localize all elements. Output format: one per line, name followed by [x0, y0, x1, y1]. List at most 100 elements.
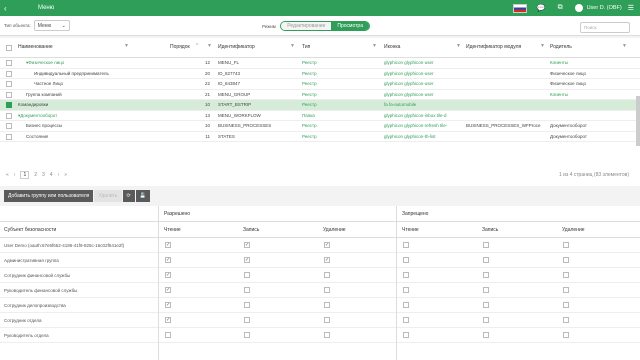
permission-checkbox[interactable]	[483, 257, 489, 263]
permission-checkbox[interactable]	[563, 317, 569, 323]
permission-checkbox[interactable]	[403, 242, 409, 248]
page-2-button[interactable]: 2	[34, 172, 37, 178]
col-type[interactable]: Тип	[302, 44, 310, 50]
delete-button[interactable]: Удалить	[94, 190, 122, 202]
row-checkbox[interactable]	[6, 91, 12, 98]
permission-checkbox[interactable]	[563, 332, 569, 338]
permission-checkbox[interactable]	[403, 272, 409, 278]
permission-checkbox[interactable]: ✓	[165, 257, 171, 263]
menu-icon[interactable]: ☰	[628, 4, 634, 12]
permission-checkbox[interactable]	[244, 317, 250, 323]
permission-checkbox[interactable]	[403, 257, 409, 263]
table-row[interactable]: Частное Лицо 22 ID_843847 Реестр glyphicon g…	[0, 79, 640, 90]
permission-checkbox[interactable]	[483, 287, 489, 293]
permission-checkbox[interactable]	[483, 317, 489, 323]
permission-checkbox[interactable]: ✓	[324, 242, 330, 248]
table-row[interactable]: Бизнес процессы 10 BUSINESS_PROCESSES Реест…	[0, 121, 640, 132]
next-page-button[interactable]: ›	[58, 172, 60, 178]
add-group-or-user-button[interactable]: Добавить группу или пользователя	[4, 190, 94, 202]
page-4-button[interactable]: 4	[50, 172, 53, 178]
filter-icon[interactable]: ▼	[124, 43, 129, 49]
permission-checkbox[interactable]	[244, 272, 250, 278]
permission-checkbox[interactable]: ✓	[165, 272, 171, 278]
permission-checkbox[interactable]	[403, 287, 409, 293]
mode-edit-button[interactable]: Редактирование	[281, 22, 332, 30]
permission-checkbox[interactable]: ✓	[165, 287, 171, 293]
row-checkbox[interactable]	[6, 102, 12, 108]
permission-checkbox[interactable]	[483, 272, 489, 278]
permission-checkbox[interactable]	[244, 287, 250, 293]
permission-checkbox[interactable]	[324, 302, 330, 308]
vertical-scrollbar[interactable]	[636, 96, 640, 146]
permission-checkbox[interactable]	[563, 287, 569, 293]
filter-icon[interactable]: ▼	[540, 43, 545, 49]
col-identifier[interactable]: Идентификатор	[218, 44, 255, 50]
permission-checkbox[interactable]: ✓	[324, 257, 330, 263]
last-page-button[interactable]: »	[64, 172, 67, 178]
permission-checkbox[interactable]: ✓	[165, 242, 171, 248]
chat-icon[interactable]: 💬	[537, 4, 546, 12]
table-row[interactable]: Командировки 10 START_BSTRIP Реестр fa fa-au…	[0, 100, 640, 111]
refresh-icon[interactable]: ⟳	[122, 190, 135, 202]
permission-checkbox[interactable]	[324, 317, 330, 323]
permission-checkbox[interactable]	[483, 242, 489, 248]
permission-checkbox[interactable]	[324, 332, 330, 338]
filter-icon[interactable]: ▼	[290, 43, 295, 49]
row-checkbox[interactable]	[6, 60, 12, 66]
col-module[interactable]: Идентификатор модуля	[466, 44, 521, 50]
col-name[interactable]: Наименование	[18, 44, 53, 50]
page-3-button[interactable]: 3	[42, 172, 45, 178]
permission-checkbox[interactable]	[563, 242, 569, 248]
table-row[interactable]: ▾Документооборот 13 MENU_WORKFLOW Папка glyp…	[0, 111, 640, 121]
filter-icon[interactable]: ▼	[456, 43, 461, 49]
col-order[interactable]: Порядок	[170, 44, 190, 50]
select-all-checkbox[interactable]	[6, 45, 12, 51]
page-1-button[interactable]: 1	[20, 171, 30, 179]
mode-view-button[interactable]: Просмотра	[331, 22, 369, 30]
table-row[interactable]: Состояния 11 STATES Реестр glyphicon glyphic…	[0, 132, 640, 142]
permission-checkbox[interactable]	[563, 257, 569, 263]
filter-icon[interactable]: ▼	[622, 43, 627, 49]
permission-checkbox[interactable]: ✓	[244, 257, 250, 263]
permission-checkbox[interactable]	[563, 272, 569, 278]
permission-checkbox[interactable]	[483, 302, 489, 308]
cell: 10	[200, 102, 210, 107]
permission-checkbox[interactable]	[403, 332, 409, 338]
copy-icon[interactable]: ⧉	[558, 4, 563, 12]
col-icon[interactable]: Иконка	[384, 44, 400, 50]
permission-checkbox[interactable]	[403, 302, 409, 308]
first-page-button[interactable]: «	[6, 172, 9, 178]
permission-checkbox[interactable]	[165, 332, 171, 338]
back-arrow-icon[interactable]: ‹	[4, 4, 18, 13]
prev-page-button[interactable]: ‹	[14, 172, 16, 178]
object-type-select[interactable]: Меню ⌄	[33, 20, 70, 31]
sort-asc-icon[interactable]: ^	[196, 43, 198, 49]
user-menu[interactable]: User D. (OBF)	[574, 4, 622, 12]
permission-checkbox[interactable]: ✓	[165, 317, 171, 323]
object-type-value: Меню	[37, 22, 52, 29]
permission-checkbox[interactable]	[563, 302, 569, 308]
permission-checkbox[interactable]	[483, 332, 489, 338]
cell: STATES	[218, 134, 235, 139]
row-checkbox[interactable]	[6, 70, 12, 77]
row-checkbox[interactable]	[6, 123, 12, 129]
permission-checkbox[interactable]	[244, 302, 250, 308]
permission-checkbox[interactable]	[324, 272, 330, 278]
permission-checkbox[interactable]	[403, 317, 409, 323]
language-flag-icon[interactable]	[512, 3, 527, 13]
col-parent[interactable]: Родитель	[550, 44, 572, 50]
permission-checkbox[interactable]	[324, 287, 330, 293]
save-icon[interactable]: 💾	[135, 190, 150, 202]
filter-icon[interactable]: ▼	[372, 43, 377, 49]
row-checkbox[interactable]	[6, 81, 12, 87]
grid-search-input[interactable]: Поиск	[580, 22, 630, 33]
table-row[interactable]: ▾Физическое лицо 12 MENU_FL Реестр glyphicon…	[0, 58, 640, 69]
table-row[interactable]: Группа компаний 21 MENU_GROUP Реестр glyphic…	[0, 90, 640, 100]
row-checkbox[interactable]	[6, 112, 12, 119]
filter-icon[interactable]: ▼	[207, 43, 212, 49]
permission-checkbox[interactable]	[244, 332, 250, 338]
table-row[interactable]: Индивидуальный предприниматель 20 ID_82774…	[0, 69, 640, 79]
permission-checkbox[interactable]: ✓	[165, 302, 171, 308]
row-checkbox[interactable]	[6, 133, 12, 140]
permission-checkbox[interactable]: ✓	[244, 242, 250, 248]
